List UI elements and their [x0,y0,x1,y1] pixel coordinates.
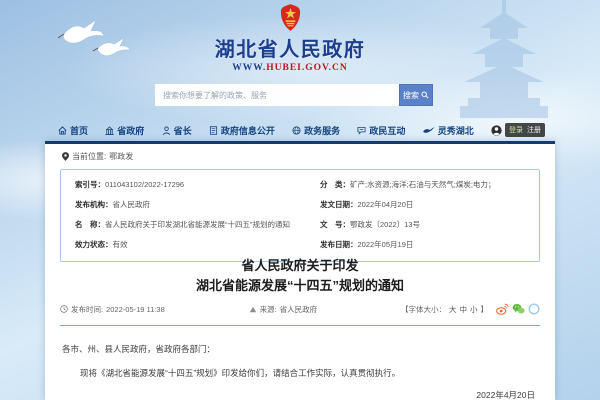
breadcrumb-label: 当前位置: [72,151,106,162]
breadcrumb-current[interactable]: 鄂政发 [109,151,133,162]
body-paragraph-salutation: 各市、州、县人民政府，省政府各部门： [62,343,215,355]
search-button-label: 搜索 [403,90,419,101]
qzone-icon[interactable] [528,303,540,315]
meta-issue-date: 发文日期：2022年04月20日 [306,195,539,215]
font-size-large-button[interactable]: 大 [449,304,457,315]
nav-item-government-services[interactable]: 政务服务 [292,124,340,137]
chat-icon [357,126,366,135]
document-title-line2: 湖北省能源发展“十四五”规划的通知 [45,276,555,296]
meta-document-number: 文 号：鄂政发〔2022〕13号 [306,215,539,235]
login-register-badge[interactable]: 登录 注册 [505,123,545,137]
cranes-illustration [58,16,144,64]
nav-item-governor[interactable]: 省长 [162,124,192,137]
nav-label: 首页 [70,124,88,137]
site-url: WWW.HUBEI.GOV.CN [150,63,430,73]
meta-document-name: 名 称：省人民政府关于印发湖北省能源发展“十四五”规划的通知 [61,215,306,235]
search-input[interactable] [155,84,399,106]
meta-validity-status: 效力状态：有效 [61,235,306,255]
document-title: 省人民政府关于印发 湖北省能源发展“十四五”规划的通知 [45,256,555,296]
nav-item-public-interaction[interactable]: 政民互动 [357,124,405,137]
body-paragraph-main: 现将《湖北省能源发展“十四五”规划》印发给你们，请结合工作实际，认真贯彻执行。 [80,367,400,379]
font-size-prefix: 【字体大小： [401,304,446,315]
masthead: 湖北省人民政府 WWW.HUBEI.GOV.CN [150,4,430,73]
document-meta-table: 索引号：011043102/2022-17296 分 类：矿产;水资源;海洋;石… [60,169,540,262]
user-avatar-icon [491,125,502,136]
page: 湖北省人民政府 WWW.HUBEI.GOV.CN 搜索 首页 省政府 省长 政府… [0,0,600,400]
bird-icon [423,126,435,135]
publish-time-label: 发布时间: [71,304,103,315]
source: 来源: 省人民政府 [249,304,318,315]
search-icon [421,91,429,99]
site-title: 湖北省人民政府 [150,33,430,62]
publish-time: 发布时间: 2022-05-19 11:38 [60,304,165,315]
main-nav: 首页 省政府 省长 政府信息公开 政务服务 政民互动 灵秀湖北 [58,121,545,139]
globe-icon [292,126,301,135]
wechat-icon[interactable] [512,303,525,315]
source-label: 来源: [260,304,277,315]
nav-item-information-disclosure[interactable]: 政府信息公开 [209,124,275,137]
document-title-line1: 省人民政府关于印发 [45,256,555,276]
nav-label: 政府信息公开 [221,124,275,137]
nav-label: 政民互动 [369,124,405,137]
document-icon [209,126,218,135]
source-icon [249,306,257,313]
nav-label: 省长 [174,124,192,137]
national-emblem-icon [279,4,302,31]
nav-label: 政务服务 [304,124,340,137]
breadcrumb: 当前位置: 鄂政发 [62,151,133,162]
government-building-icon [105,126,114,135]
pagoda-illustration [458,0,550,118]
source-value: 省人民政府 [280,304,318,315]
nav-item-beautiful-hubei[interactable]: 灵秀湖北 [423,124,474,137]
auth-area: 登录 注册 [491,123,545,137]
person-icon [162,126,171,135]
font-size-small-button[interactable]: 小 [470,304,478,315]
nav-label: 省政府 [117,124,144,137]
login-link[interactable]: 登录 [509,125,523,135]
divider-line [60,325,540,326]
font-size-control: 【字体大小： 大 中 小 】 [401,303,540,315]
nav-item-provincial-government[interactable]: 省政府 [105,124,144,137]
signature-date: 2022年4月20日 [476,389,535,400]
weibo-icon[interactable] [496,303,509,315]
meta-publish-date: 发布日期：2022年05月19日 [306,235,539,255]
home-icon [58,126,67,135]
font-size-medium-button[interactable]: 中 [459,304,467,315]
publish-time-value: 2022-05-19 11:38 [106,305,165,314]
meta-category: 分 类：矿产;水资源;海洋;石油与天然气;煤炭;电力； [306,175,539,195]
publish-info-row: 发布时间: 2022-05-19 11:38 来源: 省人民政府 【字体大小： … [60,303,540,315]
register-link[interactable]: 注册 [527,125,541,135]
share-buttons [496,303,540,315]
meta-issuing-agency: 发布机构：省人民政府 [61,195,306,215]
search-button[interactable]: 搜索 [399,84,433,106]
content-card: 当前位置: 鄂政发 索引号：011043102/2022-17296 分 类：矿… [45,141,555,400]
font-size-suffix: 】 [480,304,488,315]
nav-label: 灵秀湖北 [438,124,474,137]
clock-icon [60,305,68,313]
nav-item-home[interactable]: 首页 [58,124,88,137]
meta-index-number: 索引号：011043102/2022-17296 [61,175,306,195]
location-pin-icon [62,152,69,161]
